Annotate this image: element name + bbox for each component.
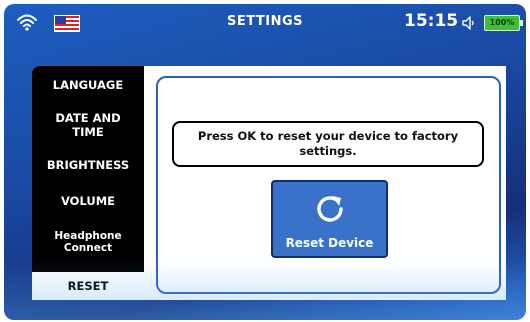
battery-level: 100% [489, 18, 515, 27]
sidebar-item-label: BRIGHTNESS [46, 158, 130, 172]
refresh-icon [317, 196, 343, 222]
sidebar-item-volume[interactable]: VOLUME [32, 190, 144, 212]
reset-button-label: Reset Device [285, 236, 374, 250]
message-line: Press OK to reset your device to factory [197, 129, 459, 143]
battery-icon: 100% [484, 15, 523, 31]
sidebar-item-label-line: Headphone [54, 230, 122, 242]
reset-message: Press OK to reset your device to factory… [172, 121, 484, 167]
sidebar-item-language[interactable]: LANGUAGE [32, 74, 144, 96]
sidebar-item-label-line: TIME [72, 125, 104, 139]
message-line: settings. [299, 144, 357, 158]
sidebar-item-label: VOLUME [60, 194, 116, 208]
sidebar-item-reset[interactable]: RESET [32, 272, 144, 300]
sidebar-item-label-line: DATE AND [55, 111, 121, 125]
device-screen: SETTINGS 15:15 100% LANGUAGE DATE AND TI… [4, 4, 526, 320]
sidebar-item-brightness[interactable]: BRIGHTNESS [32, 154, 144, 176]
settings-sidebar: LANGUAGE DATE AND TIME BRIGHTNESS VOLUME… [32, 66, 144, 300]
sidebar-item-label: RESET [67, 279, 109, 293]
speaker-icon[interactable] [461, 15, 477, 31]
sidebar-item-headphone-connect[interactable]: Headphone Connect [32, 226, 144, 258]
status-bar: SETTINGS 15:15 100% [4, 4, 526, 42]
sidebar-item-label-line: Connect [63, 242, 113, 254]
sidebar-item-label: LANGUAGE [52, 78, 124, 92]
reset-device-button[interactable]: Reset Device [271, 180, 388, 258]
sidebar-item-date-time[interactable]: DATE AND TIME [32, 108, 144, 142]
clock: 15:15 [404, 11, 459, 31]
